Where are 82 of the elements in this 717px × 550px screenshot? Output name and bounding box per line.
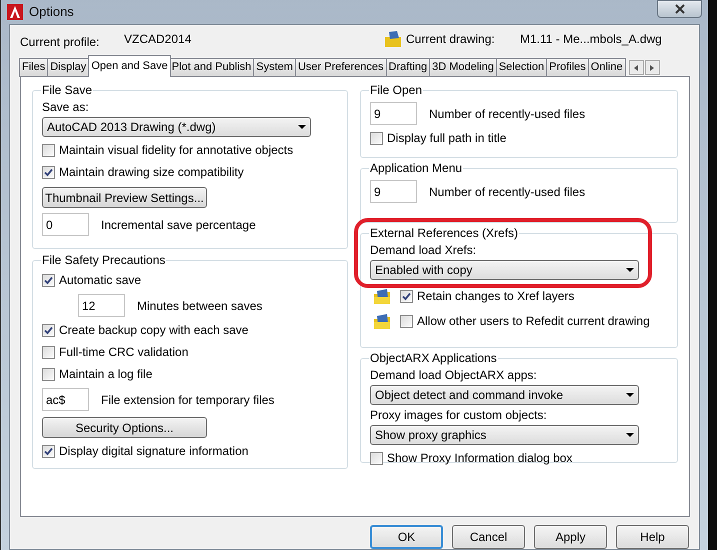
group-title: External References (Xrefs) xyxy=(369,226,520,240)
field-label: Number of recently-used files xyxy=(429,106,586,122)
checkbox-label: Maintain visual fidelity for annotative objects xyxy=(59,142,294,159)
dialog-button[interactable]: Cancel xyxy=(452,525,525,549)
checkbox[interactable] xyxy=(42,166,55,178)
checkbox-label: Retain changes to Xref layers xyxy=(417,288,574,305)
checkbox[interactable] xyxy=(400,314,413,328)
profile-name: VZCAD2014 xyxy=(124,31,192,48)
tab[interactable]: User Preferences xyxy=(294,58,387,77)
checkbox-label: Maintain drawing size compatibility xyxy=(59,164,244,181)
group-title: File Open xyxy=(369,83,424,97)
input-field[interactable]: 12 xyxy=(78,294,125,317)
push-button[interactable]: Thumbnail Preview Settings... xyxy=(42,187,207,208)
checkbox-label: Maintain a log file xyxy=(59,366,152,383)
checkbox-label: Full-time CRC validation xyxy=(59,344,188,361)
input-field[interactable]: ac$ xyxy=(42,388,89,411)
checkbox[interactable] xyxy=(42,144,55,156)
field-label: File extension for temporary files xyxy=(101,392,274,408)
drawing-file-icon xyxy=(385,31,401,47)
group-title: File Save xyxy=(41,83,94,97)
tab[interactable]: Open and Save xyxy=(88,55,171,77)
dialog-button[interactable]: Apply xyxy=(534,525,607,549)
checkbox-label: Display digital signature information xyxy=(59,443,248,460)
folder-icon xyxy=(374,288,390,304)
dialog-button[interactable]: OK xyxy=(370,525,443,549)
checkbox-label: Show Proxy Information dialog box xyxy=(387,450,572,467)
tab[interactable]: 3D Modeling xyxy=(429,58,497,77)
tab[interactable]: Files xyxy=(19,58,48,77)
input-field[interactable]: 0 xyxy=(42,213,89,236)
caret-icon xyxy=(298,125,306,129)
scroll-right-button[interactable] xyxy=(644,60,660,75)
checkbox-label: Display full path in title xyxy=(387,130,506,147)
caret-icon xyxy=(626,393,634,397)
tab[interactable]: Online xyxy=(588,58,626,77)
app-logo-icon xyxy=(7,4,23,20)
scroll-left-button[interactable] xyxy=(628,60,644,75)
checkbox[interactable] xyxy=(370,452,383,464)
tab[interactable]: Display xyxy=(47,58,90,77)
close-icon xyxy=(674,4,684,14)
tab[interactable]: Profiles xyxy=(546,58,589,77)
caret-icon xyxy=(626,268,634,272)
tab[interactable]: Plot and Publish xyxy=(168,58,254,77)
left-arrow-icon xyxy=(634,64,638,70)
drawing-label: Current drawing: xyxy=(406,31,496,48)
field-label: Proxy images for custom objects: xyxy=(370,407,548,424)
right-arrow-icon xyxy=(650,64,654,70)
checkbox[interactable] xyxy=(42,274,55,286)
field-label: Save as: xyxy=(42,99,90,116)
field-label: Demand load Xrefs: xyxy=(370,242,478,259)
caret-icon xyxy=(626,433,634,437)
group-title: ObjectARX Applications xyxy=(369,351,498,365)
tab[interactable]: Selection xyxy=(496,58,548,77)
field-label: Number of recently-used files xyxy=(429,184,586,200)
dropdown[interactable]: AutoCAD 2013 Drawing (*.dwg) xyxy=(42,117,311,137)
window-title: Options xyxy=(29,3,74,22)
checkbox[interactable] xyxy=(370,132,383,144)
folder-icon xyxy=(374,314,390,328)
dropdown[interactable]: Show proxy graphics xyxy=(370,425,639,445)
checkbox-label: Create backup copy with each save xyxy=(59,322,248,339)
group-title: Application Menu xyxy=(369,161,464,175)
tab[interactable]: Drafting xyxy=(386,58,430,77)
field-label: Demand load ObjectARX apps: xyxy=(370,367,538,384)
tab[interactable]: System xyxy=(253,58,296,77)
checkbox[interactable] xyxy=(42,368,55,380)
push-button[interactable]: Security Options... xyxy=(42,417,207,438)
field-label: Minutes between saves xyxy=(137,298,262,314)
input-field[interactable]: 9 xyxy=(370,102,417,125)
drawing-name: M1.11 - Me...mbols_A.dwg xyxy=(520,31,662,48)
profile-label: Current profile: xyxy=(20,34,100,51)
group-title: File Safety Precautions xyxy=(41,253,166,267)
dialog-button[interactable]: Help xyxy=(616,525,689,549)
checkbox[interactable] xyxy=(42,444,55,458)
dropdown[interactable]: Enabled with copy xyxy=(370,260,639,280)
field-label: Incremental save percentage xyxy=(101,216,256,234)
checkbox[interactable] xyxy=(400,290,413,302)
input-field[interactable]: 9 xyxy=(370,180,417,203)
checkbox[interactable] xyxy=(42,346,55,358)
dropdown[interactable]: Object detect and command invoke xyxy=(370,385,639,405)
checkbox-label: Allow other users to Refedit current drawing xyxy=(417,313,650,330)
close-button[interactable] xyxy=(657,0,702,18)
checkbox[interactable] xyxy=(42,324,55,336)
checkbox-label: Automatic save xyxy=(59,272,142,289)
